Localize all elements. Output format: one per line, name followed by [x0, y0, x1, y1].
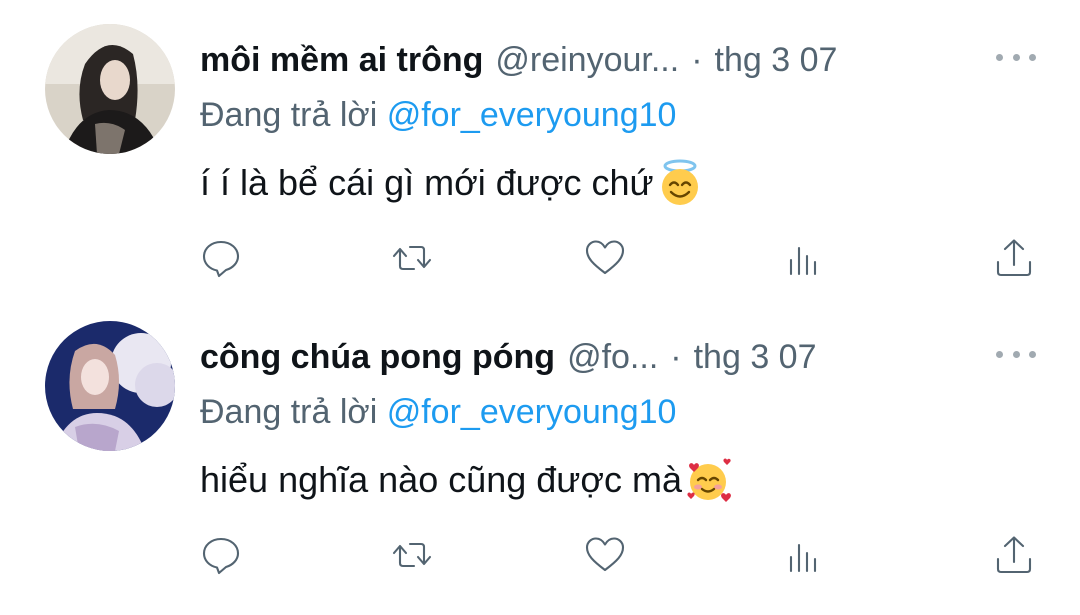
- share-icon: [996, 536, 1032, 574]
- tweet-header: công chúa pong póng @fo... · thg 3 07: [200, 333, 1040, 381]
- display-name[interactable]: môi mềm ai trông: [200, 36, 483, 84]
- separator: ·: [670, 338, 682, 376]
- replying-to-label: Đang trả lời: [200, 96, 378, 134]
- more-options-icon[interactable]: [996, 341, 1036, 367]
- more-options-icon[interactable]: [996, 44, 1036, 70]
- separator: ·: [691, 41, 703, 79]
- replying-to: Đang trả lời @for_everyoung10: [200, 389, 676, 435]
- like-button[interactable]: [580, 530, 630, 580]
- reply-icon: [202, 537, 240, 575]
- mention-link[interactable]: @for_everyoung10: [387, 393, 677, 431]
- timestamp[interactable]: thg 3 07: [715, 36, 838, 84]
- share-button[interactable]: [989, 530, 1039, 580]
- avatar-image: [45, 24, 175, 154]
- views-button[interactable]: [777, 233, 827, 283]
- mention-link[interactable]: @for_everyoung10: [387, 96, 677, 134]
- views-icon: [789, 543, 817, 573]
- share-button[interactable]: [989, 233, 1039, 283]
- retweet-button[interactable]: [387, 233, 437, 283]
- reply-button[interactable]: [196, 530, 246, 580]
- replying-to-label: Đang trả lời: [200, 393, 378, 431]
- tweet-text-content: í í là bể cái gì mới được chứ: [200, 162, 654, 203]
- reply-button[interactable]: [196, 233, 246, 283]
- tweet[interactable]: công chúa pong póng @fo... · thg 3 07 Đa…: [0, 297, 1080, 597]
- tweet-text-content: hiểu nghĩa nào cũng được mà: [200, 459, 683, 500]
- views-icon: [789, 246, 817, 276]
- replying-to: Đang trả lời @for_everyoung10: [200, 92, 676, 138]
- retweet-button[interactable]: [387, 530, 437, 580]
- tweet-text: hiểu nghĩa nào cũng được mà: [200, 455, 732, 505]
- like-icon: [585, 537, 625, 572]
- avatar[interactable]: [45, 24, 175, 154]
- tweet[interactable]: môi mềm ai trông @reinyour... · thg 3 07…: [0, 0, 1080, 300]
- avatar-image: [45, 321, 175, 451]
- retweet-icon: [392, 542, 432, 568]
- avatar[interactable]: [45, 321, 175, 451]
- like-icon: [585, 240, 625, 275]
- reply-icon: [202, 240, 240, 278]
- views-button[interactable]: [777, 530, 827, 580]
- display-name[interactable]: công chúa pong póng: [200, 333, 555, 381]
- smiling-face-with-halo-icon: [656, 159, 704, 207]
- tweet-header: môi mềm ai trông @reinyour... · thg 3 07: [200, 36, 1040, 84]
- share-icon: [996, 239, 1032, 277]
- smiling-face-with-hearts-icon: [684, 456, 732, 504]
- like-button[interactable]: [580, 233, 630, 283]
- tweet-actions: [0, 233, 1080, 283]
- user-handle[interactable]: @reinyour...: [495, 36, 679, 84]
- tweet-text: í í là bể cái gì mới được chứ: [200, 158, 704, 208]
- retweet-icon: [392, 245, 432, 271]
- user-handle[interactable]: @fo...: [567, 333, 658, 381]
- timestamp[interactable]: thg 3 07: [694, 333, 817, 381]
- tweet-actions: [0, 530, 1080, 580]
